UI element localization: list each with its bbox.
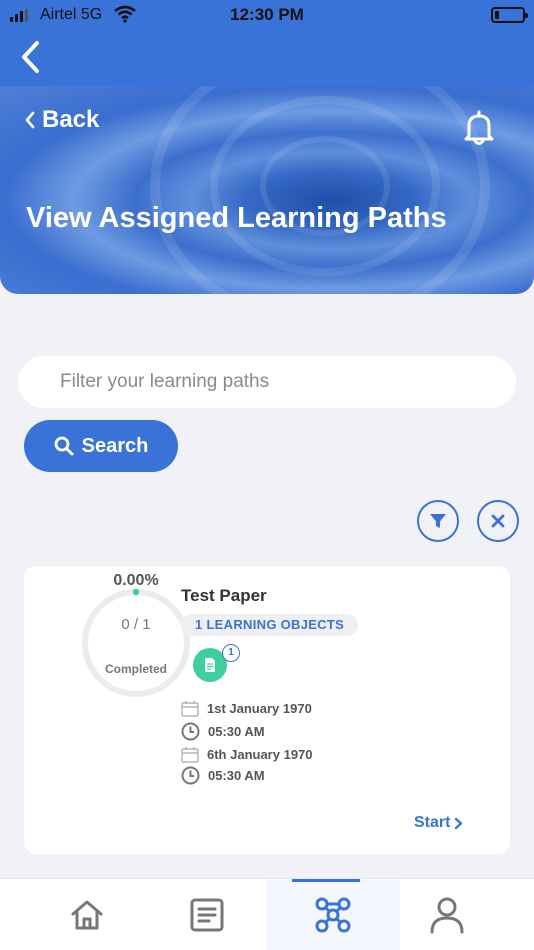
document-count-badge: 1 xyxy=(222,644,240,662)
close-icon xyxy=(491,514,505,528)
start-button[interactable]: Start xyxy=(414,814,463,832)
chevron-right-icon xyxy=(455,817,463,829)
end-time-row: 05:30 AM xyxy=(181,766,265,785)
back-chevron-icon[interactable] xyxy=(20,40,42,79)
bottom-navigation xyxy=(0,878,534,950)
document-icon xyxy=(190,898,224,932)
learning-paths-icon xyxy=(315,897,351,933)
notification-bell-icon[interactable] xyxy=(462,110,496,151)
nav-documents[interactable] xyxy=(140,879,274,950)
chevron-left-icon xyxy=(25,111,35,129)
clear-filter-button[interactable] xyxy=(477,500,519,542)
end-date-row: 6th January 1970 xyxy=(181,746,313,763)
nav-home[interactable] xyxy=(20,879,154,950)
back-label: Back xyxy=(42,106,100,133)
nav-profile[interactable] xyxy=(380,879,514,950)
progress-fraction: 0 / 1 xyxy=(121,616,151,633)
profile-icon xyxy=(430,897,464,934)
clock-icon xyxy=(181,722,200,741)
home-icon xyxy=(71,900,103,930)
search-icon xyxy=(54,436,74,456)
end-time: 05:30 AM xyxy=(208,768,265,783)
back-button[interactable]: Back xyxy=(24,106,99,134)
start-label: Start xyxy=(414,814,451,831)
calendar-icon xyxy=(181,701,199,717)
start-date: 1st January 1970 xyxy=(207,701,312,716)
learning-objects-badge: 1 LEARNING OBJECTS xyxy=(181,614,359,636)
search-button-label: Search xyxy=(81,434,149,457)
clock-icon xyxy=(181,766,200,785)
start-time-row: 05:30 AM xyxy=(181,722,265,741)
filter-button[interactable] xyxy=(417,500,459,542)
hero-banner: Back View Assigned Learning Paths xyxy=(0,86,534,294)
end-date: 6th January 1970 xyxy=(207,747,313,762)
progress-ring xyxy=(82,588,190,697)
battery-icon xyxy=(491,7,528,23)
filter-icon xyxy=(430,514,446,528)
page-title: View Assigned Learning Paths xyxy=(26,202,447,234)
course-title: Test Paper xyxy=(181,586,267,605)
clock: 12:30 PM xyxy=(230,5,304,24)
calendar-icon xyxy=(181,747,199,763)
status-bar: Airtel 5G 12:30 PM xyxy=(0,0,534,30)
learning-path-card[interactable]: 0.00% 0 / 1 Completed Test Paper 1 LEARN… xyxy=(24,566,510,854)
app-bar xyxy=(0,30,534,86)
progress-caption: Completed xyxy=(104,662,167,676)
start-date-row: 1st January 1970 xyxy=(181,700,312,717)
search-input[interactable] xyxy=(18,356,516,408)
start-time: 05:30 AM xyxy=(208,724,265,739)
search-button[interactable]: Search xyxy=(24,420,178,472)
